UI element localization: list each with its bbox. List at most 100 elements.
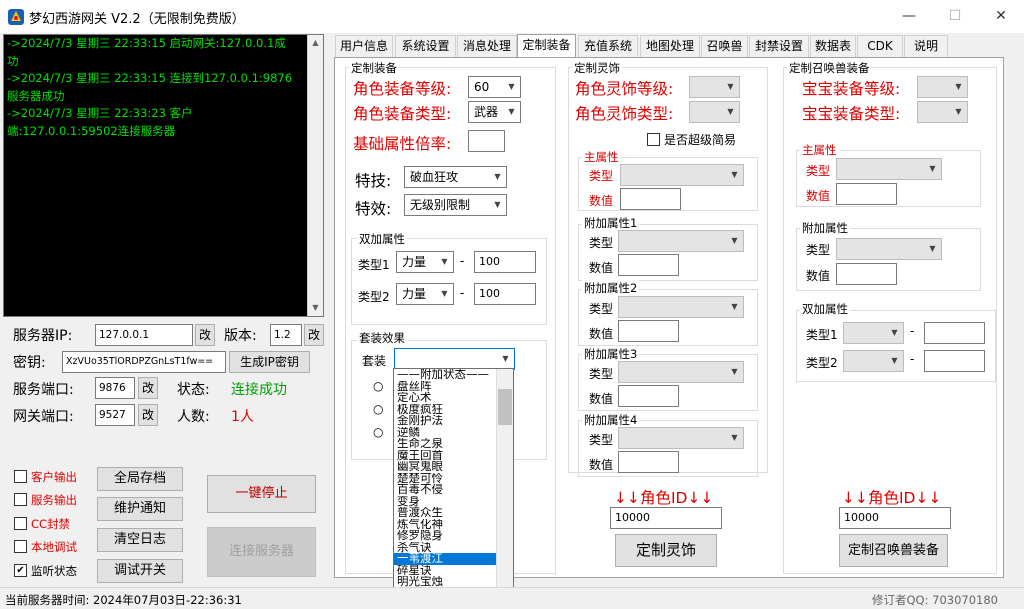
edit-version-button[interactable]: 改	[304, 324, 324, 346]
checkbox-icon[interactable]	[14, 540, 27, 553]
dual-attr-title: 双加属性	[357, 231, 407, 247]
accessory-add4-value-input[interactable]	[618, 451, 679, 473]
checkbox-icon[interactable]	[14, 517, 27, 530]
check-mark-icon[interactable]: ✔	[14, 564, 27, 577]
tab-map-handling[interactable]: 地图处理	[640, 35, 700, 57]
accessory-add1-value-input[interactable]	[618, 254, 679, 276]
connect-server-button[interactable]: 连接服务器	[207, 527, 316, 577]
generate-key-button[interactable]: 生成IP密钥	[229, 351, 310, 373]
log-line: ->2024/7/3 星期三 22:33:23 客户	[7, 106, 193, 120]
tab-user-info[interactable]: 用户信息	[335, 35, 393, 57]
tab-data-table[interactable]: 数据表	[810, 35, 856, 57]
skill-label: 特技:	[355, 172, 392, 190]
save-all-button[interactable]: 全局存档	[97, 467, 183, 491]
super-simple-checkbox[interactable]	[647, 133, 660, 146]
log-line: 服务器成功	[7, 88, 65, 103]
accessory-add2-type-label: 类型	[589, 302, 614, 316]
dual2-number-input[interactable]: 100	[474, 283, 536, 305]
tab-recharge-system[interactable]: 充值系统	[578, 35, 638, 57]
equip-level-select[interactable]: 60 ▼	[468, 76, 521, 98]
tab-message-handling[interactable]: 消息处理	[457, 35, 517, 57]
accessory-main-value-label: 数值	[589, 194, 614, 208]
accessory-add4-title: 附加属性4	[582, 412, 640, 428]
pet-dual1-number-input[interactable]	[924, 322, 985, 344]
accessory-role-id-input[interactable]: 10000	[610, 507, 722, 529]
edit-gateway-port-button[interactable]: 改	[138, 404, 158, 426]
set-select[interactable]: ▼	[394, 348, 515, 370]
pet-level-select[interactable]: ▼	[917, 76, 968, 98]
accessory-add2-type-select[interactable]: ▼	[618, 296, 744, 318]
accessory-add2-value-input[interactable]	[618, 320, 679, 342]
pet-add-value-input[interactable]	[836, 263, 897, 285]
pet-dual1-select[interactable]: ▼	[843, 322, 904, 344]
pet-dual2-select[interactable]: ▼	[843, 350, 904, 372]
maximize-button[interactable]: ☐	[932, 0, 978, 33]
stop-all-button[interactable]: 一键停止	[207, 475, 316, 513]
custom-accessory-button[interactable]: 定制灵饰	[615, 534, 717, 567]
accessory-type-select[interactable]: ▼	[689, 101, 740, 123]
accessory-add4-type-select[interactable]: ▼	[618, 427, 744, 449]
accessory-add1-type-select[interactable]: ▼	[618, 230, 744, 252]
chevron-down-icon: ▼	[929, 244, 936, 253]
pet-main-value-input[interactable]	[836, 183, 897, 205]
dual2-value: 力量	[402, 287, 427, 301]
tab-ban-settings[interactable]: 封禁设置	[749, 35, 809, 57]
key-input[interactable]: XzVUo35TlORDPZGnLsT1fw==	[62, 351, 226, 373]
title-bar: 梦幻西游网关 V2.2（无限制免费版） — ☐ ✕	[0, 0, 1024, 33]
equip-type-select[interactable]: 武器 ▼	[468, 101, 521, 123]
minimize-button[interactable]: —	[886, 0, 932, 33]
tab-summon-beast[interactable]: 召唤兽	[701, 35, 748, 57]
dual2-select[interactable]: 力量 ▼	[396, 283, 454, 305]
accessory-add2-value-label: 数值	[589, 327, 614, 341]
close-button[interactable]: ✕	[978, 0, 1024, 33]
multiplier-input[interactable]	[468, 130, 505, 152]
tab-help[interactable]: 说明	[904, 35, 948, 57]
radio-option-icon[interactable]: ○	[373, 425, 383, 439]
tab-custom-equipment[interactable]: 定制装备	[517, 34, 576, 58]
pet-main-value-label: 数值	[806, 189, 831, 203]
scrollbar-thumb[interactable]	[498, 389, 512, 425]
pet-role-id-label: ↓↓角色ID↓↓	[842, 489, 942, 507]
set-label: 套装	[362, 354, 387, 368]
debug-toggle-button[interactable]: 调试开关	[97, 559, 183, 583]
pet-dual2-number-input[interactable]	[924, 350, 985, 372]
accessory-main-value-input[interactable]	[620, 188, 681, 210]
chevron-down-icon: ▼	[441, 257, 448, 266]
accessory-level-select[interactable]: ▼	[689, 76, 740, 98]
gateway-port-input[interactable]: 9527	[95, 404, 135, 426]
dual1-select[interactable]: 力量 ▼	[396, 251, 454, 273]
pet-type-select[interactable]: ▼	[917, 101, 968, 123]
version-input[interactable]: 1.2	[270, 324, 302, 346]
tab-system-settings[interactable]: 系统设置	[395, 35, 456, 57]
log-console[interactable]: ->2024/7/3 星期三 22:33:15 启动网关:127.0.0.1成 …	[3, 34, 324, 317]
edit-service-port-button[interactable]: 改	[138, 377, 158, 399]
clear-log-button[interactable]: 清空日志	[97, 528, 183, 552]
accessory-main-type-select[interactable]: ▼	[620, 164, 744, 186]
pet-add-type-label: 类型	[806, 243, 831, 257]
custom-pet-equipment-button[interactable]: 定制召唤兽装备	[839, 534, 948, 567]
server-ip-input[interactable]: 127.0.0.1	[95, 324, 193, 346]
chevron-down-icon: ▼	[494, 200, 501, 209]
dash-separator: -	[460, 254, 465, 268]
scroll-up-icon[interactable]: ▲	[308, 35, 323, 51]
console-scrollbar[interactable]: ▲ ▼	[307, 35, 323, 316]
radio-option-icon[interactable]: ○	[373, 379, 383, 393]
scroll-down-icon[interactable]: ▼	[308, 300, 323, 316]
skill-select[interactable]: 破血狂攻 ▼	[404, 166, 507, 188]
accessory-add3-type-select[interactable]: ▼	[618, 361, 744, 383]
radio-option-icon[interactable]: ○	[373, 402, 383, 416]
effect-select[interactable]: 无级别限制 ▼	[404, 194, 507, 216]
dual1-number-input[interactable]: 100	[474, 251, 536, 273]
set-dropdown-list[interactable]: ——附加状态—— 盘丝阵 定心术 极度疯狂 金刚护法 逆鳞 生命之泉 魔王回首 幽冥鬼眼 楚楚可怜…	[393, 368, 514, 609]
checkbox-icon[interactable]	[14, 470, 27, 483]
pet-main-type-select[interactable]: ▼	[836, 158, 942, 180]
pet-role-id-input[interactable]: 10000	[839, 507, 951, 529]
service-port-input[interactable]: 9876	[95, 377, 135, 399]
accessory-add3-value-input[interactable]	[618, 385, 679, 407]
edit-ip-button[interactable]: 改	[195, 324, 215, 346]
tab-cdk[interactable]: CDK	[857, 35, 903, 57]
pet-add-type-select[interactable]: ▼	[836, 238, 942, 260]
maintenance-notice-button[interactable]: 维护通知	[97, 497, 183, 521]
dropdown-scrollbar[interactable]	[496, 369, 513, 608]
checkbox-icon[interactable]	[14, 493, 27, 506]
